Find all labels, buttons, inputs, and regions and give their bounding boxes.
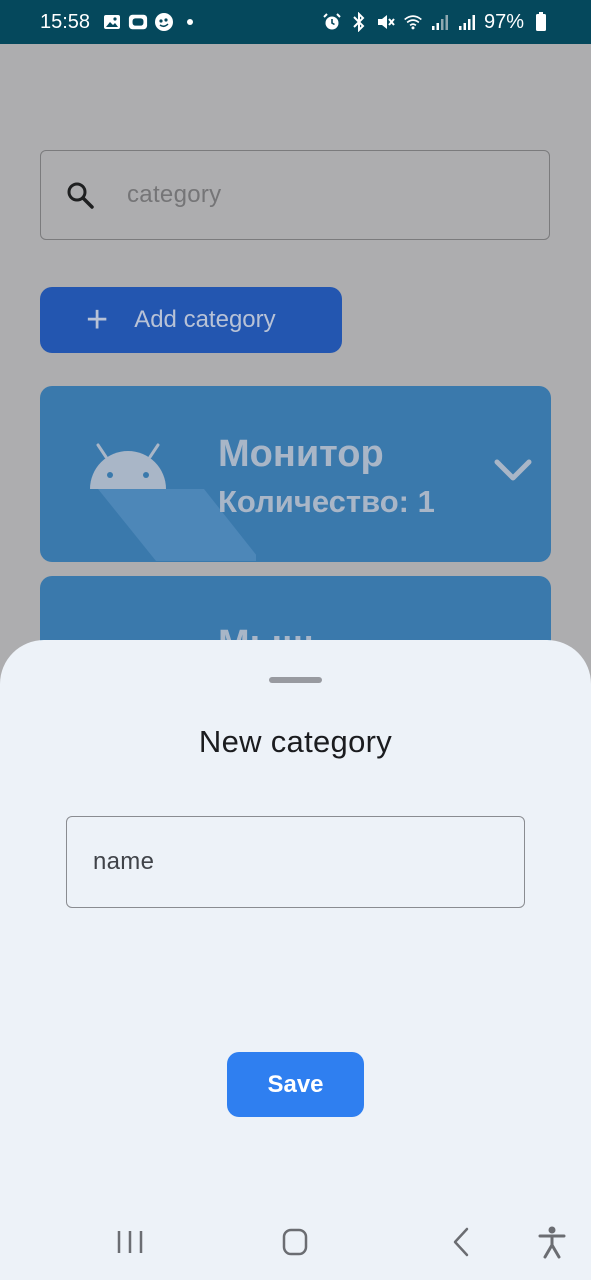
category-count: Количество: 1 bbox=[218, 484, 435, 519]
back-icon[interactable] bbox=[441, 1224, 481, 1260]
category-card[interactable]: Монитор Количество: 1 bbox=[40, 386, 551, 562]
navigation-bar bbox=[0, 1210, 591, 1280]
save-button[interactable]: Save bbox=[227, 1052, 364, 1117]
search-input[interactable]: category bbox=[40, 150, 550, 240]
sheet-title: New category bbox=[198, 724, 393, 759]
plus-icon: + bbox=[86, 299, 109, 341]
battery-percent: 97% bbox=[483, 10, 524, 33]
add-category-button[interactable]: + Add category bbox=[40, 287, 342, 353]
status-time: 15:58 bbox=[40, 10, 91, 33]
recent-apps-icon[interactable] bbox=[110, 1224, 150, 1260]
wifi-icon bbox=[403, 12, 423, 32]
new-category-sheet: New category name Save bbox=[0, 640, 591, 1280]
category-name: Монитор bbox=[218, 433, 384, 475]
name-input[interactable]: name bbox=[66, 816, 525, 908]
system-icons: 97% bbox=[322, 11, 551, 34]
tv-icon bbox=[128, 12, 148, 32]
mute-icon bbox=[376, 12, 396, 32]
chat-icon bbox=[154, 12, 174, 32]
chevron-down-icon[interactable] bbox=[493, 456, 533, 486]
battery-icon bbox=[531, 12, 551, 32]
search-icon bbox=[65, 180, 95, 210]
home-icon[interactable] bbox=[275, 1224, 315, 1260]
bluetooth-icon bbox=[349, 12, 369, 32]
image-icon bbox=[102, 12, 122, 32]
name-placeholder: name bbox=[93, 848, 155, 875]
status-bar: 15:58 97% bbox=[0, 0, 591, 44]
search-placeholder: category bbox=[127, 181, 222, 208]
add-category-label: Add category bbox=[134, 306, 276, 333]
notification-icons bbox=[102, 12, 200, 32]
signal-icon bbox=[457, 12, 477, 32]
drag-handle[interactable] bbox=[269, 677, 322, 683]
alarm-icon bbox=[322, 12, 342, 32]
accessibility-icon[interactable] bbox=[532, 1224, 572, 1260]
signal-icon bbox=[430, 12, 450, 32]
dot-icon bbox=[180, 12, 200, 32]
